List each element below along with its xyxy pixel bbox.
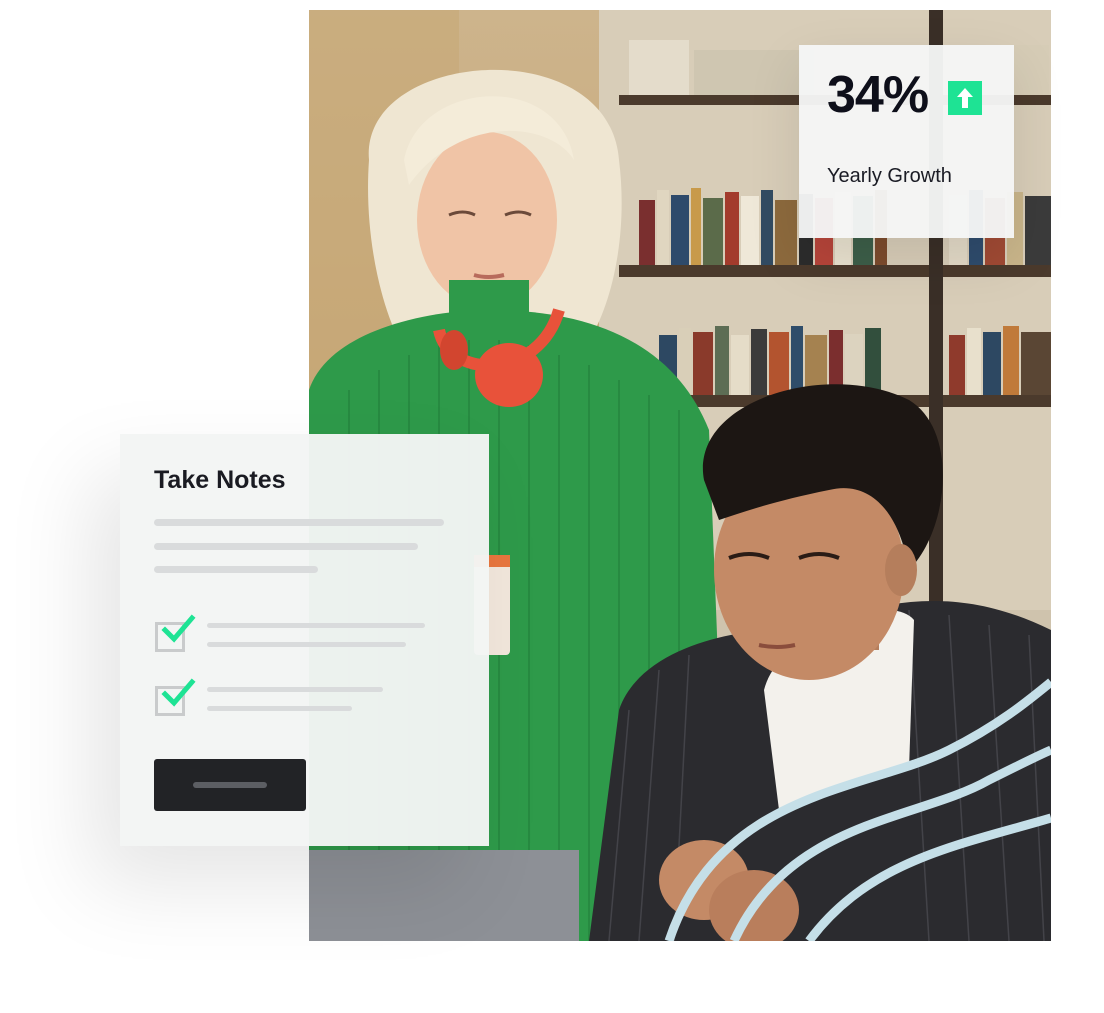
button-label-placeholder — [193, 782, 267, 788]
checklist-line-placeholder — [207, 687, 383, 692]
shelf-2 — [619, 265, 1051, 277]
checklist-line-placeholder — [207, 706, 352, 711]
text-line-placeholder — [154, 566, 318, 573]
growth-percentage: 34% — [827, 66, 929, 124]
notes-title: Take Notes — [154, 466, 286, 494]
arrow-up-icon — [948, 81, 982, 115]
checklist-line-placeholder — [207, 642, 406, 647]
notes-submit-button[interactable] — [154, 759, 306, 811]
checklist-checkbox[interactable] — [155, 614, 196, 652]
checkmark-icon — [161, 678, 196, 707]
text-line-placeholder — [154, 543, 418, 550]
books-row-2 — [659, 326, 1051, 395]
checklist-line-placeholder — [207, 623, 425, 628]
growth-stat-card: 34% Yearly Growth — [799, 45, 1014, 238]
checkmark-icon — [161, 614, 196, 643]
take-notes-card: Take Notes — [120, 434, 489, 846]
growth-label: Yearly Growth — [827, 165, 952, 187]
checklist-checkbox[interactable] — [155, 678, 196, 716]
text-line-placeholder — [154, 519, 444, 526]
